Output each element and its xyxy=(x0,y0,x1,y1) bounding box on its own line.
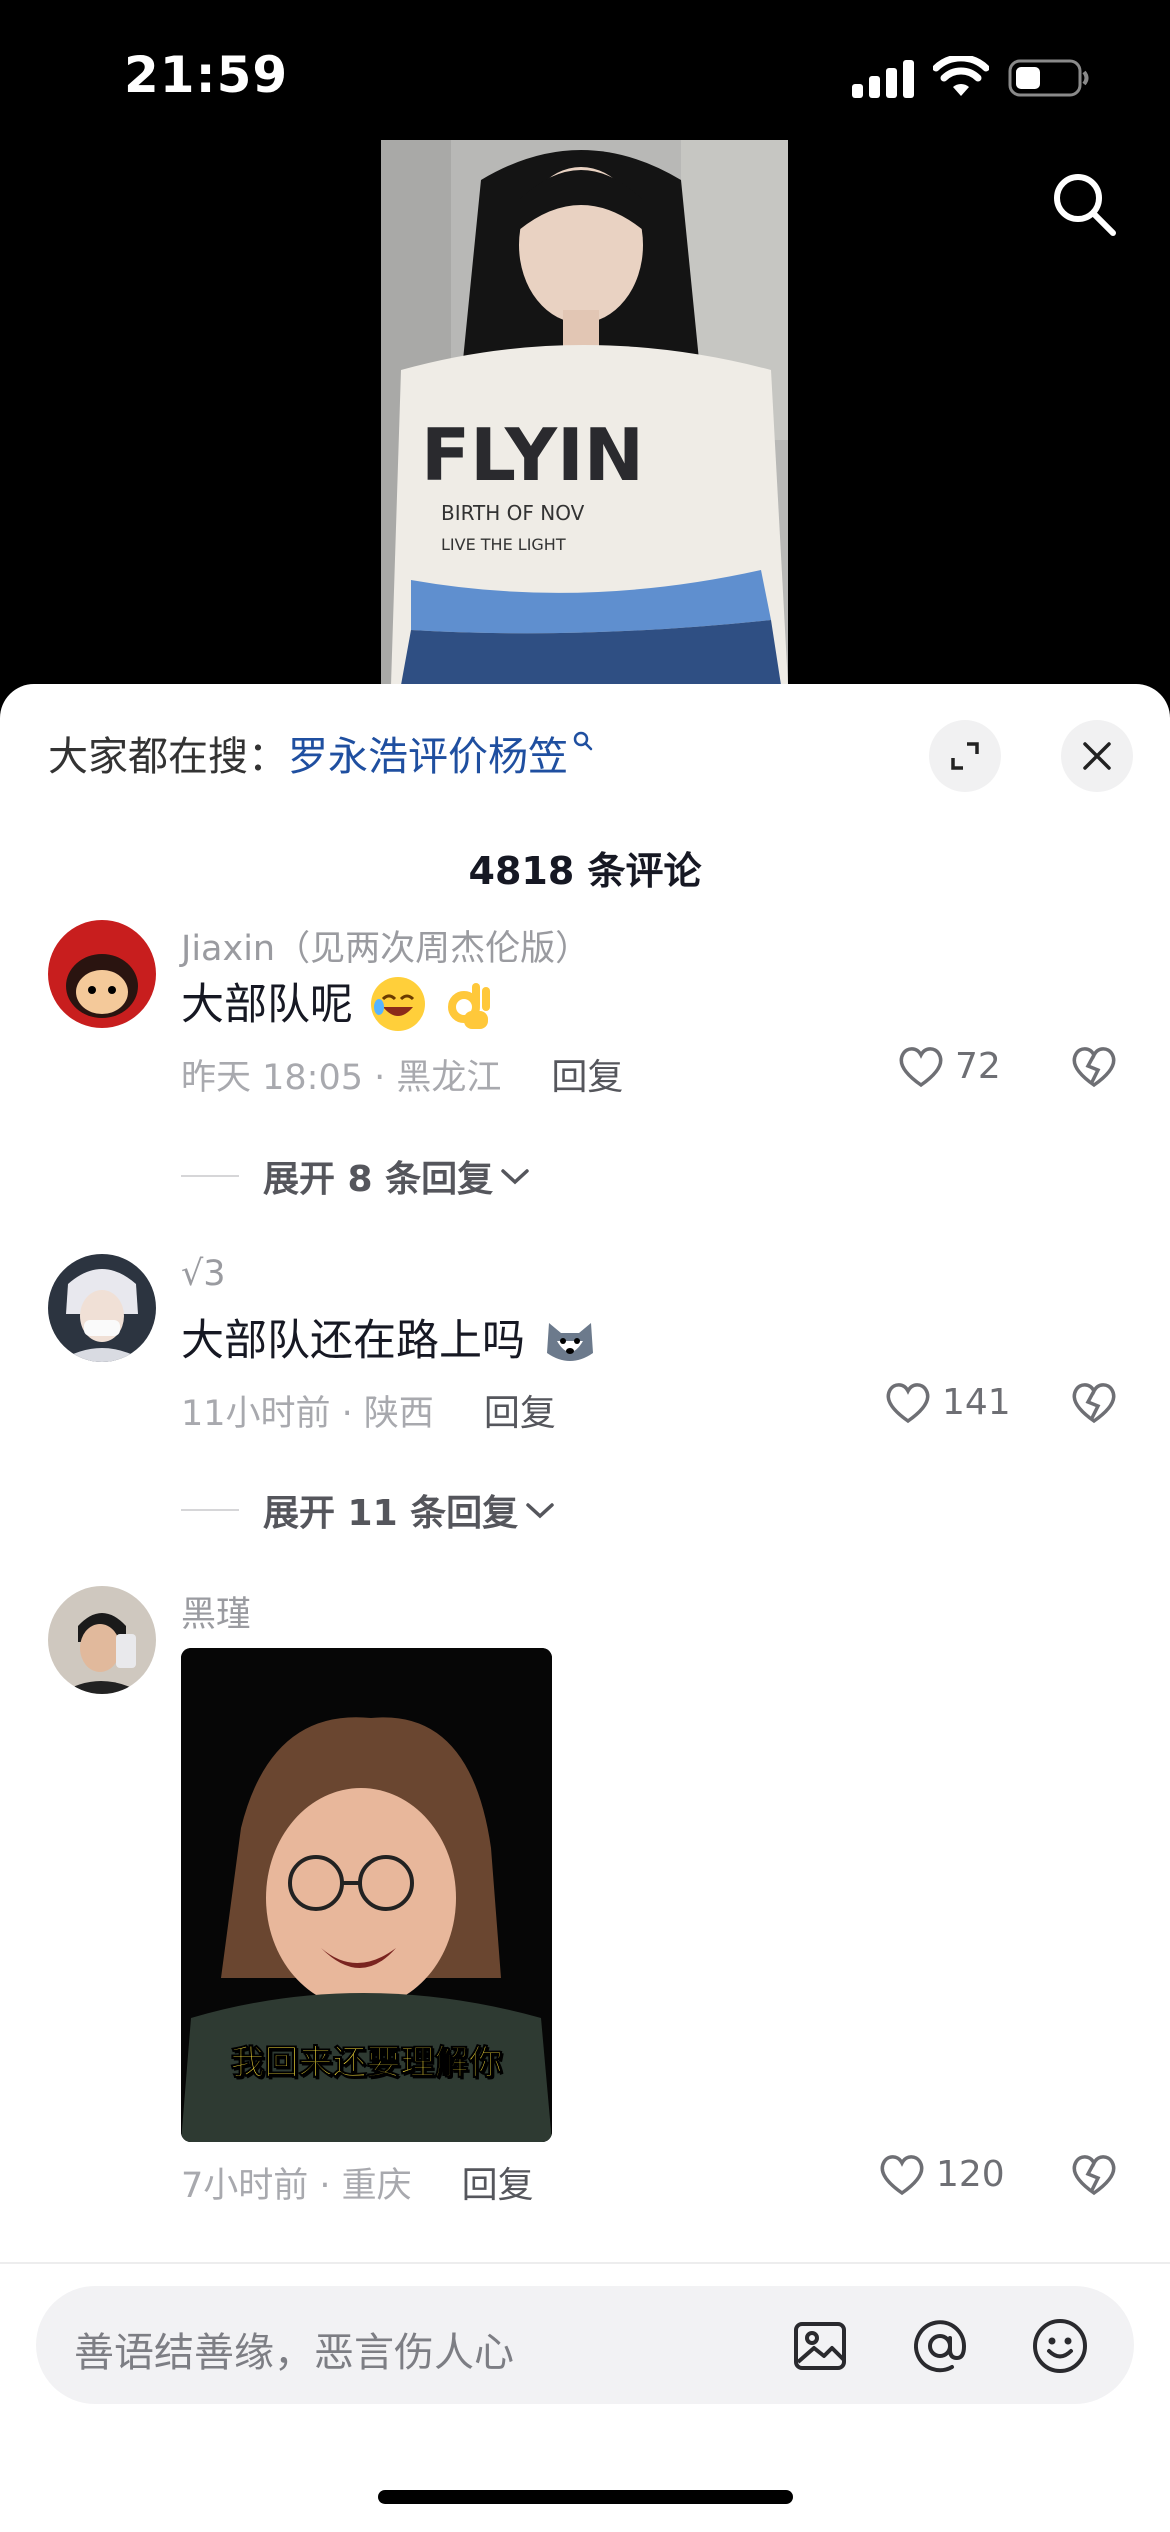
expand-icon xyxy=(951,742,979,770)
comment-text-content: 大部队呢 xyxy=(181,980,353,1030)
reply-button[interactable]: 回复 xyxy=(484,1393,556,1434)
at-icon[interactable] xyxy=(910,2316,970,2376)
comment-count: 4818 条评论 xyxy=(468,849,702,893)
svg-text:FLYIN: FLYIN xyxy=(421,413,644,497)
comment-time-location: 7小时前 · 重庆 xyxy=(181,2166,412,2206)
heart-icon xyxy=(899,1047,943,1088)
comment-image[interactable]: 我回来还要理解你 xyxy=(181,1648,552,2142)
ok-hand-emoji-icon xyxy=(442,977,496,1031)
like-button[interactable]: 141 xyxy=(884,1380,1011,1424)
like-button[interactable]: 72 xyxy=(897,1044,1001,1088)
comment-text: 大部队还在路上吗 xyxy=(181,1306,597,1371)
expand-replies-label: 展开 8 条回复 xyxy=(263,1159,494,1200)
reply-button[interactable]: 回复 xyxy=(551,1057,623,1098)
input-divider xyxy=(0,2262,1170,2264)
avatar[interactable] xyxy=(48,920,156,1028)
trending-prefix: 大家都在搜： xyxy=(48,734,288,780)
expand-replies-button[interactable]: 展开 11 条回复 xyxy=(181,1484,556,1536)
avatar[interactable] xyxy=(48,1586,156,1694)
image-icon[interactable] xyxy=(790,2316,850,2376)
reply-button[interactable]: 回复 xyxy=(462,2165,534,2206)
expand-divider xyxy=(181,1175,239,1177)
emoji-icon[interactable] xyxy=(1030,2316,1090,2376)
comment-time-location: 11小时前 · 陕西 xyxy=(181,1394,434,1434)
comment-time-location: 昨天 18:05 · 黑龙江 xyxy=(181,1058,502,1098)
wifi-icon xyxy=(933,56,989,96)
expand-replies-label: 展开 11 条回复 xyxy=(263,1493,519,1534)
laughing-emoji-icon xyxy=(370,976,425,1031)
trending-query-link[interactable]: 罗永浩评价杨笠 xyxy=(288,734,568,780)
dislike-icon[interactable] xyxy=(1070,2152,1118,2196)
comment-input[interactable]: 善语结善缘，恶言伤人心 xyxy=(36,2286,1134,2404)
trending-search[interactable]: 大家都在搜：罗永浩评价杨笠 xyxy=(48,724,594,782)
expand-divider xyxy=(181,1509,239,1511)
svg-text:LIVE THE LIGHT: LIVE THE LIGHT xyxy=(441,535,566,554)
comment-text: 大部队呢 xyxy=(181,970,496,1035)
husky-emoji-icon xyxy=(543,1313,597,1367)
expand-button[interactable] xyxy=(929,720,1001,792)
battery-icon xyxy=(1008,59,1089,97)
dislike-icon[interactable] xyxy=(1070,1380,1118,1424)
like-count: 72 xyxy=(955,1045,1001,1087)
search-icon[interactable] xyxy=(1050,170,1118,238)
cellular-signal-icon xyxy=(852,60,914,98)
status-time: 21:59 xyxy=(124,46,289,104)
chevron-down-icon xyxy=(501,1169,529,1185)
home-indicator[interactable] xyxy=(378,2490,793,2504)
heart-icon xyxy=(880,2155,924,2196)
comment-input-placeholder: 善语结善缘，恶言伤人心 xyxy=(74,2330,514,2376)
expand-replies-button[interactable]: 展开 8 条回复 xyxy=(181,1150,531,1202)
comment-meta: 昨天 18:05 · 黑龙江 回复 xyxy=(181,1048,623,1100)
comment-username[interactable]: Jiaxin（见两次周杰伦版） xyxy=(181,920,590,971)
comment-meta: 11小时前 · 陕西 回复 xyxy=(181,1384,556,1436)
like-count: 120 xyxy=(936,2153,1005,2195)
like-button[interactable]: 120 xyxy=(878,2152,1005,2196)
comment-image-caption: 我回来还要理解你 xyxy=(230,2043,503,2084)
like-count: 141 xyxy=(942,1381,1011,1423)
svg-text:BIRTH OF NOV: BIRTH OF NOV xyxy=(441,501,585,525)
dislike-icon[interactable] xyxy=(1070,1044,1118,1088)
video-player[interactable]: FLYIN BIRTH OF NOV LIVE THE LIGHT xyxy=(0,140,1170,685)
comment-meta: 7小时前 · 重庆 回复 xyxy=(181,2156,534,2208)
search-icon xyxy=(573,731,593,751)
heart-icon xyxy=(886,1383,930,1424)
chevron-down-icon xyxy=(526,1503,554,1519)
comment-text-content: 大部队还在路上吗 xyxy=(181,1316,525,1366)
avatar[interactable] xyxy=(48,1254,156,1362)
close-button[interactable] xyxy=(1061,720,1133,792)
comment-sheet: 大家都在搜：罗永浩评价杨笠 4818 条评论 Jiaxin（见两次周杰伦版） 大… xyxy=(0,684,1170,2532)
close-icon xyxy=(1083,742,1111,770)
comment-username[interactable]: 黑瑾 xyxy=(181,1586,251,1637)
status-bar: 21:59 xyxy=(0,0,1170,140)
video-thumbnail[interactable]: FLYIN BIRTH OF NOV LIVE THE LIGHT xyxy=(381,140,788,685)
comment-username[interactable]: √3 xyxy=(181,1254,226,1294)
